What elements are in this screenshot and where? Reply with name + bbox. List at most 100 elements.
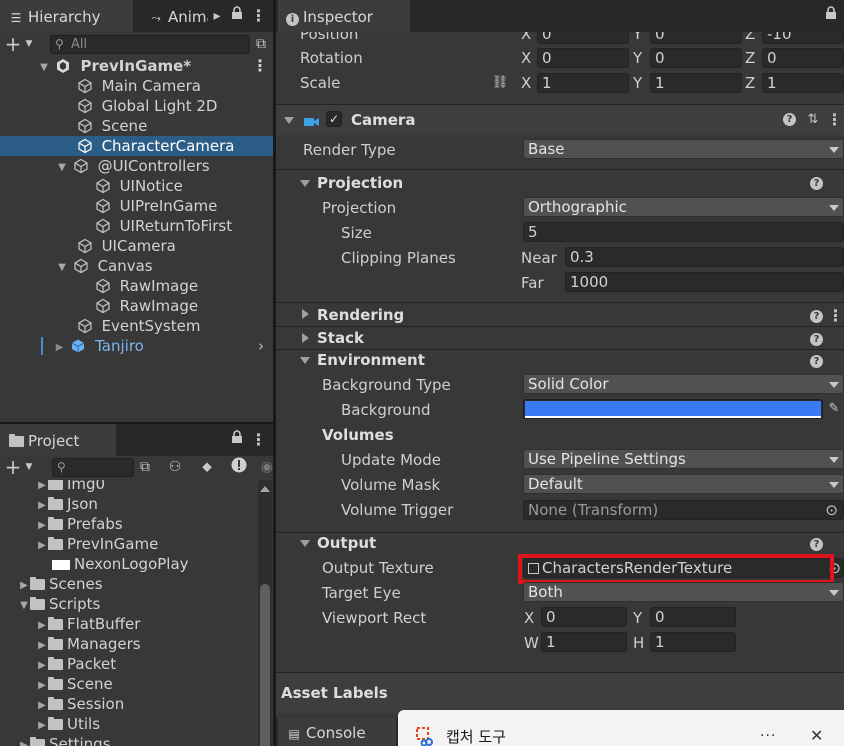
more-options-icon[interactable]: ···: [760, 726, 776, 746]
project-item-packet[interactable]: ▶ Packet: [0, 654, 258, 674]
project-item-scripts[interactable]: ▼ Scripts: [0, 594, 258, 614]
project-scrollbar[interactable]: [258, 480, 272, 746]
background-type-dropdown[interactable]: Solid Color: [523, 374, 844, 394]
search-mode-icon[interactable]: ⧉: [136, 457, 154, 477]
collapse-arrow-icon[interactable]: [300, 357, 310, 364]
size-field[interactable]: 5: [523, 222, 844, 242]
viewport-x-field[interactable]: 0: [541, 607, 627, 627]
expand-arrow-icon[interactable]: ▶: [36, 696, 48, 716]
warning-icon[interactable]: [230, 457, 248, 477]
component-menu-icon[interactable]: ⋮: [825, 110, 843, 130]
position-z-field[interactable]: -10: [762, 32, 844, 44]
viewport-h-field[interactable]: 1: [650, 632, 736, 652]
help-icon[interactable]: ?: [810, 538, 823, 551]
tree-item-rawimage-2[interactable]: RawImage: [0, 296, 273, 316]
constrain-proportions-icon[interactable]: ⛓: [491, 73, 509, 93]
tree-item-main-camera[interactable]: Main Camera: [0, 76, 273, 96]
filter-label-icon[interactable]: ⬥: [198, 457, 216, 477]
rotation-y-field[interactable]: 0: [650, 48, 742, 68]
projection-header[interactable]: Projection: [317, 173, 403, 193]
chevron-right-icon[interactable]: ›: [258, 336, 264, 356]
tab-hierarchy[interactable]: ☰ Hierarchy: [0, 0, 133, 32]
project-item-json[interactable]: ▶ Json: [0, 494, 258, 514]
lock-icon[interactable]: [228, 430, 246, 450]
create-dropdown-icon[interactable]: ▼: [20, 457, 38, 477]
tab-console[interactable]: ▤ Console: [278, 718, 396, 746]
scale-z-field[interactable]: 1: [762, 73, 844, 93]
project-item-img[interactable]: ▶ Img0: [0, 480, 258, 494]
lock-icon[interactable]: [822, 6, 840, 26]
position-y-field[interactable]: 0: [650, 32, 742, 44]
scroll-up-icon[interactable]: [260, 486, 270, 492]
tree-item-ui-notice[interactable]: UINotice: [0, 176, 273, 196]
tree-item-ui-preingame[interactable]: UIPreInGame: [0, 196, 273, 216]
scene-search-icon[interactable]: ⧉: [252, 34, 270, 54]
scale-x-field[interactable]: 1: [537, 73, 629, 93]
project-item-scenes[interactable]: ▶ Scenes: [0, 574, 258, 594]
position-x-field[interactable]: 0: [537, 32, 629, 44]
tree-item-event-system[interactable]: EventSystem: [0, 316, 273, 336]
rendering-header[interactable]: Rendering: [317, 305, 404, 325]
collapse-arrow-icon[interactable]: [300, 540, 310, 547]
expand-arrow-icon[interactable]: ▶: [36, 656, 48, 676]
scale-y-field[interactable]: 1: [650, 73, 742, 93]
expand-arrow-icon[interactable]: [302, 309, 309, 319]
background-color-swatch[interactable]: [523, 399, 823, 419]
tab-project[interactable]: Project: [0, 424, 116, 456]
expand-arrow-icon[interactable]: ▶: [18, 736, 30, 746]
rotation-z-field[interactable]: 0: [762, 48, 844, 68]
far-field[interactable]: 1000: [565, 272, 844, 292]
tree-item-character-camera[interactable]: CharacterCamera: [0, 136, 273, 156]
tree-item-scene[interactable]: Scene: [0, 116, 273, 136]
tree-item-canvas[interactable]: ▼ Canvas: [0, 256, 273, 276]
project-item-nexon-logo[interactable]: NexonLogoPlay: [0, 554, 258, 574]
help-icon[interactable]: ?: [810, 355, 823, 368]
filter-type-icon[interactable]: ⚇: [166, 457, 184, 477]
help-icon[interactable]: ?: [783, 113, 796, 126]
asset-labels-bar[interactable]: Asset Labels: [276, 673, 844, 713]
expand-arrow-icon[interactable]: ▼: [56, 258, 68, 278]
project-search-input[interactable]: ⚲: [52, 458, 134, 477]
lock-icon[interactable]: [228, 6, 246, 26]
tab-inspector[interactable]: i Inspector: [278, 0, 410, 32]
expand-arrow-icon[interactable]: ▶: [36, 616, 48, 636]
collapse-arrow-icon[interactable]: [300, 180, 310, 187]
tab-animation[interactable]: ⤳ Anima: [140, 0, 208, 32]
expand-arrow-icon[interactable]: ▶: [36, 516, 48, 536]
expand-arrow-icon[interactable]: ▶: [36, 496, 48, 516]
tree-item-rawimage-1[interactable]: RawImage: [0, 276, 273, 296]
tree-item-global-light[interactable]: Global Light 2D: [0, 96, 273, 116]
expand-arrow-icon[interactable]: ▼: [56, 158, 68, 178]
project-item-session[interactable]: ▶ Session: [0, 694, 258, 714]
tree-item-ui-camera[interactable]: UICamera: [0, 236, 273, 256]
project-item-prefabs[interactable]: ▶ Prefabs: [0, 514, 258, 534]
target-eye-dropdown[interactable]: Both: [523, 582, 844, 602]
project-menu-icon[interactable]: ⋮: [249, 430, 267, 450]
project-item-scene[interactable]: ▶ Scene: [0, 674, 258, 694]
expand-arrow-icon[interactable]: ▶: [54, 338, 66, 358]
expand-arrow-icon[interactable]: ▶: [36, 676, 48, 696]
hidden-packages-icon[interactable]: ◉: [258, 457, 273, 477]
expand-arrow-icon[interactable]: ▶: [36, 536, 48, 556]
project-item-managers[interactable]: ▶ Managers: [0, 634, 258, 654]
hierarchy-menu-icon[interactable]: ⋮: [249, 6, 267, 26]
volume-trigger-field[interactable]: None (Transform) ⊙: [523, 500, 844, 520]
scene-menu-icon[interactable]: ⋮: [252, 56, 268, 76]
object-picker-icon[interactable]: ⊙: [825, 501, 838, 519]
create-dropdown-icon[interactable]: ▼: [20, 34, 38, 54]
camera-enabled-checkbox[interactable]: ✓: [326, 111, 342, 127]
tree-item-ui-return[interactable]: UIReturnToFirst: [0, 216, 273, 236]
expand-arrow-icon[interactable]: ▼: [38, 58, 50, 78]
project-item-utils[interactable]: ▶ Utils: [0, 714, 258, 734]
collapse-arrow-icon[interactable]: [284, 117, 294, 124]
render-type-dropdown[interactable]: Base: [523, 139, 844, 159]
viewport-y-field[interactable]: 0: [650, 607, 736, 627]
volume-mask-dropdown[interactable]: Default: [523, 474, 844, 494]
scene-root-row[interactable]: ▼ PrevInGame* ⋮: [0, 56, 273, 76]
expand-arrow-icon[interactable]: ▼: [18, 596, 30, 616]
environment-header[interactable]: Environment: [317, 350, 425, 370]
projection-dropdown[interactable]: Orthographic: [523, 197, 844, 217]
near-field[interactable]: 0.3: [565, 247, 844, 267]
project-item-previngame[interactable]: ▶ PrevInGame: [0, 534, 258, 554]
expand-arrow-icon[interactable]: ▶: [36, 636, 48, 656]
